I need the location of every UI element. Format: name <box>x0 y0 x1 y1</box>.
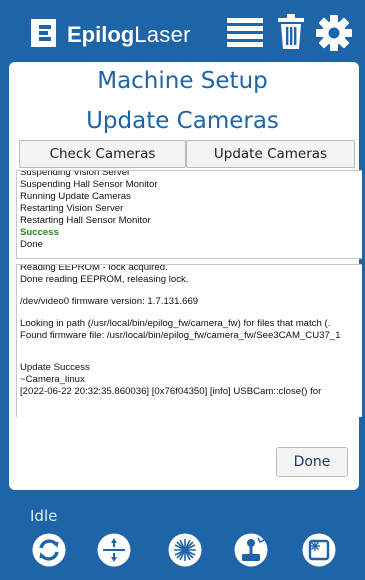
log-line: Done reading EEPROM, releasing lock. <box>20 274 189 285</box>
log-line: ~Camera_linux <box>20 374 85 385</box>
log-line: Found firmware file: /usr/local/bin/epil… <box>20 330 341 341</box>
focus-icon[interactable] <box>97 533 131 567</box>
machine-status: Idle <box>30 507 58 525</box>
top-bar: EpilogLaser <box>0 0 365 66</box>
jog-joystick-icon[interactable] <box>234 533 268 567</box>
log-line: Reading EEPROM - lock acquired. <box>20 264 168 273</box>
log-line: Success <box>20 227 59 238</box>
log-line: Looking in path (/usr/local/bin/epilog_f… <box>20 318 331 329</box>
log-spacer <box>20 342 362 352</box>
page-title: Machine Setup <box>97 68 268 94</box>
trash-icon[interactable] <box>278 14 304 50</box>
log-line: [2022-06-22 20:32:35.860036] [0x76f04350… <box>20 386 322 397</box>
gear-icon[interactable] <box>316 15 352 51</box>
update-cameras-button[interactable]: Update Cameras <box>186 140 355 168</box>
epilog-logo-icon <box>31 19 56 47</box>
log-line: Done <box>20 239 43 250</box>
log-line: Restarting Vision Server <box>20 203 124 214</box>
frame-icon[interactable] <box>302 533 336 567</box>
log-spacer <box>20 308 362 318</box>
log-spacer <box>20 286 362 296</box>
check-cameras-button[interactable]: Check Cameras <box>19 140 186 168</box>
log-line: /dev/video0 firmware version: 1.7.131.66… <box>20 296 199 307</box>
log-spacer <box>20 352 362 362</box>
refresh-icon[interactable] <box>32 533 66 567</box>
done-button[interactable]: Done <box>276 447 348 477</box>
detail-log[interactable]: Reading EEPROM - lock acquired. Done read… <box>16 264 362 417</box>
brand-name-bold: Epilog <box>67 22 135 47</box>
log-line: Suspending Vision Server <box>20 170 131 178</box>
process-log[interactable]: Suspending Vision Server Suspending Hall … <box>16 170 362 259</box>
laser-pointer-icon[interactable] <box>168 533 202 567</box>
page-subtitle: Update Cameras <box>86 108 279 134</box>
menu-icon[interactable] <box>227 17 263 49</box>
brand-name-light: Laser <box>134 22 191 47</box>
log-line: Restarting Hall Sensor Monitor <box>20 215 151 226</box>
log-line: Update Success <box>20 362 90 373</box>
log-line: Running Update Cameras <box>20 191 131 202</box>
log-line: Suspending Hall Sensor Monitor <box>20 179 158 190</box>
brand-name: EpilogLaser <box>67 20 191 50</box>
